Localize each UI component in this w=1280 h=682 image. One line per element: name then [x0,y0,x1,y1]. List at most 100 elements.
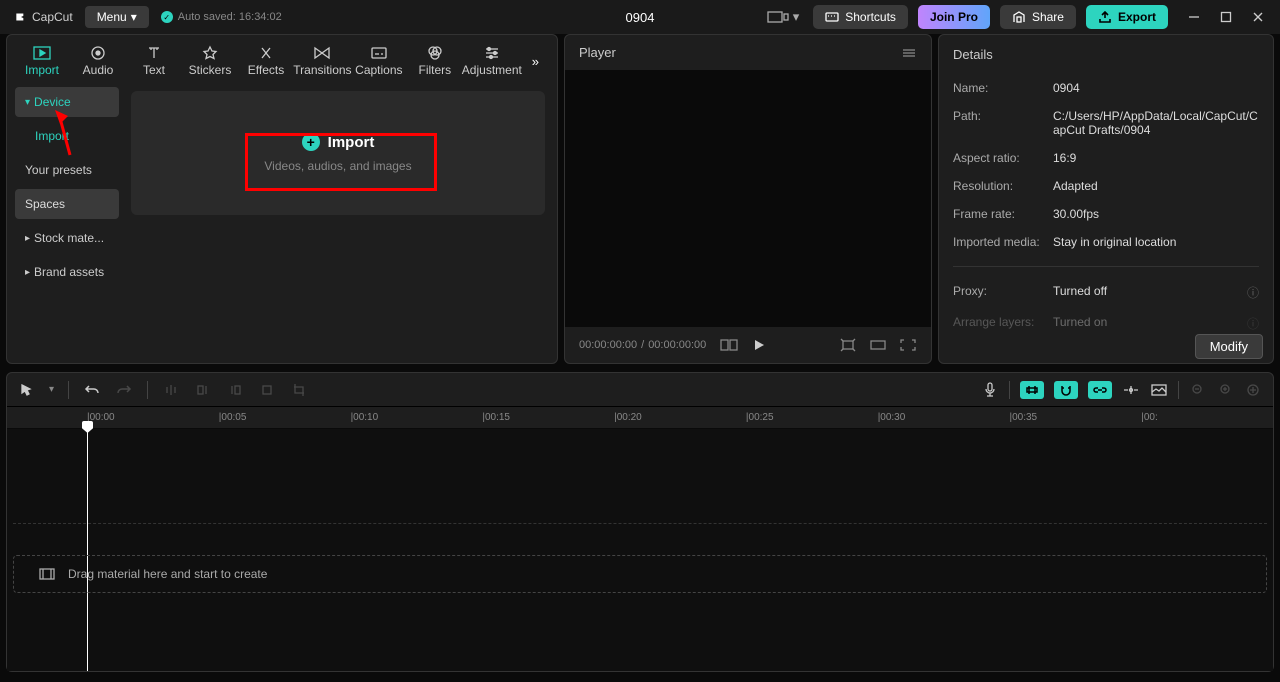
share-button[interactable]: Share [1000,5,1076,29]
timeline-ruler[interactable]: |00:00 |00:05 |00:10 |00:15 |00:20 |00:2… [7,407,1273,429]
track-toggle-main[interactable] [1020,381,1044,399]
zoom-fit-button[interactable] [1245,381,1263,399]
split-button[interactable] [162,381,180,399]
separator [953,266,1259,267]
project-title[interactable]: 0904 [626,10,655,25]
media-sidebar: ▾Device Import Your presets Spaces ▸Stoc… [7,81,127,363]
detail-row-aspect: Aspect ratio:16:9 [953,144,1259,172]
ratio-picker-icon[interactable] [869,338,887,352]
sidebar-item-spaces[interactable]: Spaces [15,189,119,219]
ruler-tick: |00:10 [351,412,483,423]
detail-value: 30.00fps [1053,207,1259,221]
ratio-button[interactable]: ▾ [763,5,804,29]
tab-label: Import [25,63,59,77]
detail-label: Imported media: [953,235,1053,249]
delete-left-button[interactable] [194,381,212,399]
sidebar-label: Device [34,95,71,109]
tab-audio[interactable]: Audio [73,41,123,81]
sidebar-item-stock[interactable]: ▸Stock mate... [15,223,119,253]
detail-label: Name: [953,81,1053,95]
tab-stickers[interactable]: Stickers [185,41,235,81]
track-drop-zone[interactable]: Drag material here and start to create [13,555,1267,593]
export-button[interactable]: Export [1086,5,1168,29]
title-left: CapCut Menu ▾ Auto saved: 16:34:02 [14,6,282,28]
fullscreen-icon[interactable] [899,338,917,352]
tab-effects[interactable]: Effects [241,41,291,81]
menu-button[interactable]: Menu ▾ [85,6,149,28]
ruler-tick: |00:20 [614,412,746,423]
sidebar-item-presets[interactable]: Your presets [15,155,119,185]
preview-cut-button[interactable] [1122,381,1140,399]
playback-time: 00:00:00:00 / 00:00:00:00 [579,339,706,351]
playhead[interactable] [87,429,88,671]
app-logo[interactable]: CapCut [14,10,73,24]
chevron-down-icon: ▾ [793,9,800,25]
play-button[interactable] [752,338,766,352]
detail-label: Frame rate: [953,207,1053,221]
ruler-tick: |00:30 [878,412,1010,423]
media-content: + Import Videos, audios, and images [127,81,557,363]
info-icon[interactable]: ⓘ [1247,315,1259,332]
shortcuts-button[interactable]: Shortcuts [813,5,908,29]
cover-button[interactable] [1150,381,1168,399]
import-drop-area[interactable]: + Import Videos, audios, and images [131,91,545,215]
detail-row-proxy: Proxy:Turned offⓘ [953,277,1259,308]
filters-icon [424,45,446,61]
track-toggle-link[interactable] [1088,381,1112,399]
detail-label: Proxy: [953,284,1053,301]
caret-right-icon: ▸ [25,233,30,244]
tab-captions[interactable]: Captions [354,41,404,81]
timeline-tracks[interactable]: Drag material here and start to create [7,429,1273,671]
undo-button[interactable] [83,381,101,399]
tabs-expand-button[interactable]: » [524,46,547,77]
tab-adjustment[interactable]: Adjustment [466,41,518,81]
sidebar-label: Spaces [25,197,65,211]
info-icon[interactable]: ⓘ [1247,284,1259,301]
media-panel: Import Audio Text Stickers Effects Trans… [6,34,558,364]
sidebar-item-device[interactable]: ▾Device [15,87,119,117]
detail-value: 0904 [1053,81,1259,95]
tab-label: Text [143,63,165,77]
zoom-in-button[interactable] [1217,381,1235,399]
track-toggle-magnet[interactable] [1054,381,1078,399]
current-time: 00:00:00:00 [579,339,637,351]
details-body: Name:0904 Path:C:/Users/HP/AppData/Local… [939,74,1273,363]
tab-filters[interactable]: Filters [410,41,460,81]
export-label: Export [1118,10,1156,24]
share-icon [1012,11,1026,23]
scale-icon[interactable] [839,338,857,352]
menu-label: Menu [97,10,127,24]
tab-text[interactable]: Text [129,41,179,81]
delete-right-button[interactable] [226,381,244,399]
mic-button[interactable] [981,381,999,399]
player-viewport[interactable] [565,70,931,327]
minimize-button[interactable] [1186,9,1202,25]
detail-value: Stay in original location [1053,235,1259,249]
sidebar-item-import[interactable]: Import [15,121,119,151]
tab-import[interactable]: Import [17,41,67,81]
tab-label: Adjustment [462,63,522,77]
compare-icon[interactable] [720,338,738,352]
sticker-icon [199,45,221,61]
detail-row-imported: Imported media:Stay in original location [953,228,1259,256]
player-menu-icon[interactable] [901,47,917,59]
maximize-button[interactable] [1218,9,1234,25]
tab-transitions[interactable]: Transitions [297,41,348,81]
logo-text: CapCut [32,10,73,24]
detail-row-path: Path:C:/Users/HP/AppData/Local/CapCut/Ca… [953,102,1259,144]
zoom-out-button[interactable] [1189,381,1207,399]
window-controls [1186,9,1266,25]
tab-label: Effects [248,63,284,77]
chevron-down-icon[interactable]: ▾ [49,384,54,395]
title-bar: CapCut Menu ▾ Auto saved: 16:34:02 0904 … [0,0,1280,34]
detail-value: 16:9 [1053,151,1259,165]
cursor-tool[interactable] [17,381,35,399]
join-pro-button[interactable]: Join Pro [918,5,990,29]
sidebar-item-brand[interactable]: ▸Brand assets [15,257,119,287]
video-icon [38,567,56,581]
crop-button[interactable] [290,381,308,399]
close-button[interactable] [1250,9,1266,25]
modify-button[interactable]: Modify [1195,334,1263,359]
delete-button[interactable] [258,381,276,399]
redo-button[interactable] [115,381,133,399]
